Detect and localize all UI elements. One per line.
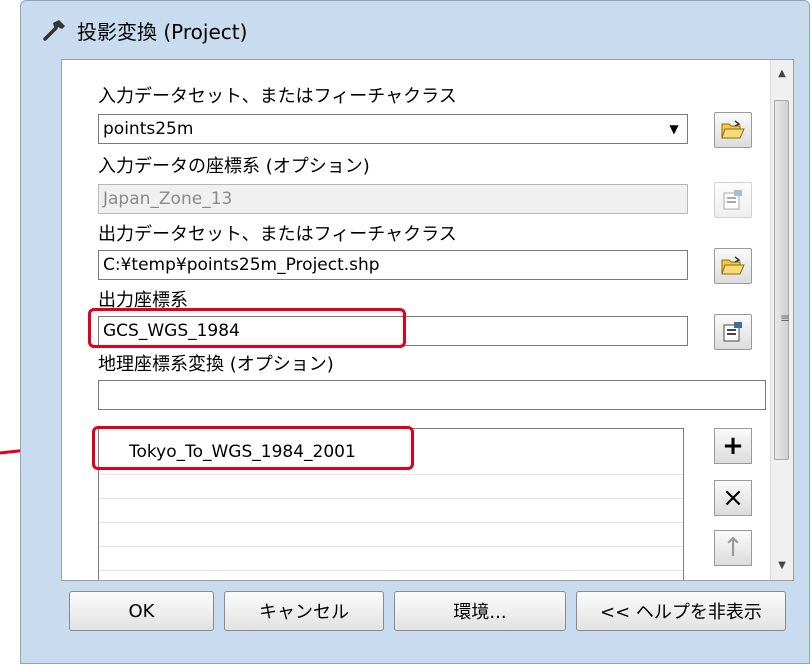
input-coord-field: Japan_Zone_13: [98, 184, 688, 214]
properties-icon: [723, 322, 742, 342]
project-dialog: 投影変換 (Project) 入力データセット、またはフィーチャクラス poin…: [20, 0, 810, 664]
input-dataset-label: 入力データセット、またはフィーチャクラス: [98, 86, 457, 107]
browse-output-button[interactable]: [714, 248, 752, 284]
grip-icon: ≡: [780, 311, 791, 325]
chevron-down-icon[interactable]: ▼: [663, 117, 685, 141]
list-item-empty: [99, 547, 683, 571]
output-dataset-value: C:¥temp¥points25m_Project.shp: [103, 255, 380, 275]
arrow-up-icon: ↑: [722, 533, 744, 563]
open-folder-icon: [721, 256, 745, 275]
environment-button[interactable]: 環境...: [394, 591, 566, 631]
properties-icon: [723, 190, 742, 210]
output-coord-value: GCS_WGS_1984: [103, 321, 240, 341]
parameters-panel: 入力データセット、またはフィーチャクラス points25m ▼ 入力データの座…: [61, 59, 794, 581]
ok-button[interactable]: OK: [69, 591, 214, 631]
close-icon: ×: [722, 483, 744, 513]
move-up-button: ↑: [714, 530, 752, 566]
input-dataset-combo[interactable]: points25m ▼: [98, 114, 688, 144]
open-folder-icon: [721, 120, 745, 139]
cancel-button[interactable]: キャンセル: [224, 591, 384, 631]
output-coord-field[interactable]: GCS_WGS_1984: [98, 316, 688, 346]
scroll-down-icon[interactable]: ▼: [771, 556, 793, 576]
title-bar: 投影変換 (Project): [21, 1, 809, 59]
input-coord-label: 入力データの座標系 (オプション): [98, 156, 370, 177]
output-dataset-label: 出力データセット、またはフィーチャクラス: [98, 224, 457, 245]
window-title: 投影変換 (Project): [77, 19, 248, 44]
toggle-help-button[interactable]: << ヘルプを非表示: [576, 591, 786, 631]
geo-transform-label: 地理座標系変換 (オプション): [98, 354, 334, 375]
plus-icon: +: [722, 431, 744, 461]
geo-transform-field[interactable]: [98, 380, 766, 410]
list-item-empty: [99, 499, 683, 523]
list-item-empty: [99, 523, 683, 547]
browse-input-button[interactable]: [714, 112, 752, 148]
output-dataset-field[interactable]: C:¥temp¥points25m_Project.shp: [98, 250, 688, 280]
scrollbar-thumb[interactable]: ≡: [774, 100, 791, 460]
add-transform-button[interactable]: +: [714, 428, 752, 464]
vertical-scrollbar[interactable]: ▲ ≡ ▼: [770, 60, 793, 580]
geo-transform-list[interactable]: Tokyo_To_WGS_1984_2001: [98, 428, 684, 580]
scroll-up-icon[interactable]: ▲: [771, 64, 793, 84]
list-item-empty: [99, 475, 683, 499]
dialog-button-bar: OK キャンセル 環境... << ヘルプを非表示: [61, 581, 794, 641]
list-item-label: Tokyo_To_WGS_1984_2001: [129, 442, 356, 462]
remove-transform-button[interactable]: ×: [714, 480, 752, 516]
input-dataset-value: points25m: [103, 119, 194, 139]
output-coord-label: 出力座標系: [98, 290, 188, 311]
input-coord-value: Japan_Zone_13: [103, 189, 233, 209]
input-coord-properties-button: [714, 182, 752, 218]
output-coord-properties-button[interactable]: [714, 314, 752, 350]
hammer-icon: [43, 20, 65, 41]
list-item[interactable]: Tokyo_To_WGS_1984_2001: [99, 429, 683, 475]
